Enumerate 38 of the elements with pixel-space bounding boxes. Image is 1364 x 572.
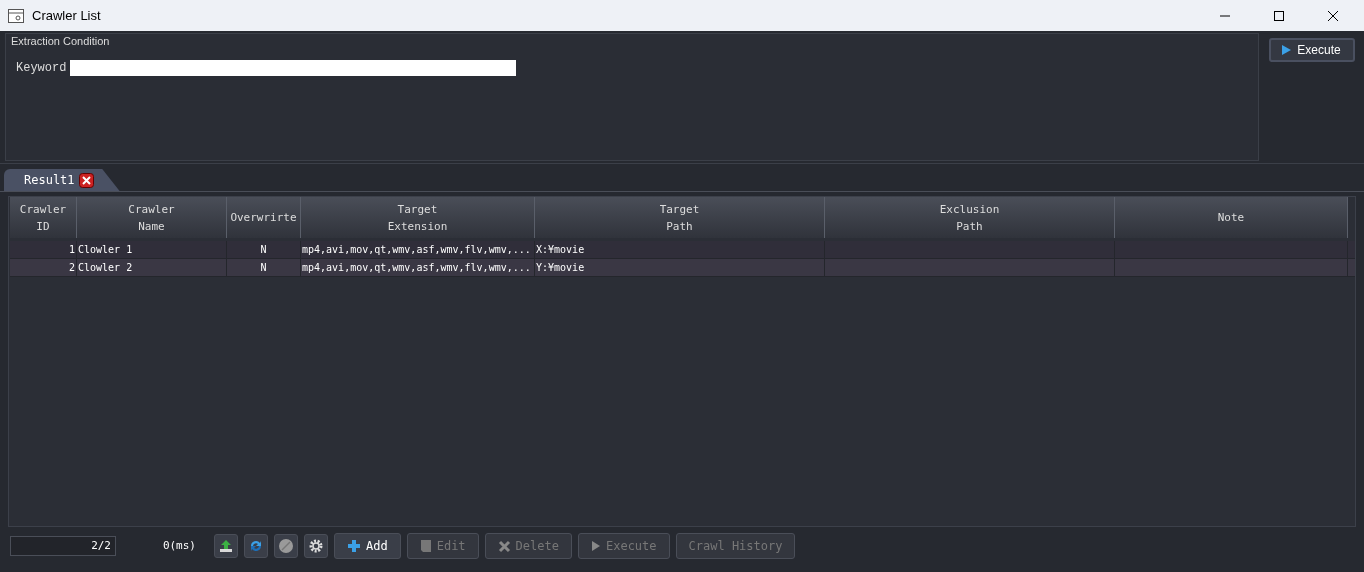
window-title: Crawler List bbox=[32, 6, 101, 25]
stop-tool-button[interactable] bbox=[274, 534, 298, 558]
column-header[interactable]: Overwrirte bbox=[227, 197, 301, 238]
keyword-field[interactable] bbox=[70, 60, 517, 76]
execute-button[interactable]: Execute bbox=[1268, 38, 1355, 62]
refresh-icon bbox=[248, 538, 264, 554]
play-icon bbox=[1282, 45, 1292, 55]
refresh-tool-button[interactable] bbox=[244, 534, 268, 558]
column-header[interactable]: Exclusion Path bbox=[825, 197, 1115, 238]
result-tab[interactable]: Result1 bbox=[4, 169, 120, 191]
settings-tool-button[interactable] bbox=[304, 534, 328, 558]
column-header[interactable]: Target Path bbox=[535, 197, 825, 238]
export-tool-button[interactable] bbox=[214, 534, 238, 558]
elapsed-time: 0(ms) bbox=[161, 537, 197, 554]
column-header[interactable]: Crawler Name bbox=[77, 197, 227, 238]
upload-icon bbox=[218, 538, 234, 554]
close-icon bbox=[1327, 9, 1339, 22]
x-icon bbox=[497, 539, 511, 553]
table-cell: mp4,avi,mov,qt,wmv,asf,wmv,flv,wmv,... bbox=[301, 259, 535, 277]
maximize-icon bbox=[1273, 9, 1285, 22]
stop-icon bbox=[278, 538, 294, 554]
column-header[interactable]: Note bbox=[1115, 197, 1348, 238]
table-cell: Clowler 2 bbox=[77, 259, 227, 277]
add-button[interactable]: Add bbox=[334, 533, 401, 559]
close-icon[interactable] bbox=[78, 172, 94, 188]
gear-icon bbox=[308, 538, 324, 554]
record-count: 2/2 bbox=[10, 536, 116, 556]
page-icon bbox=[419, 539, 432, 553]
column-header[interactable]: Crawler ID bbox=[10, 197, 77, 238]
table-cell: N bbox=[227, 259, 301, 277]
table-cell: 2 bbox=[10, 259, 77, 277]
plus-icon bbox=[347, 539, 361, 553]
group-title: Extraction Condition bbox=[10, 34, 111, 48]
column-header[interactable]: Target Extension bbox=[301, 197, 535, 238]
window-icon bbox=[8, 8, 24, 23]
keyword-label: Keyword bbox=[16, 60, 67, 77]
play-icon bbox=[590, 540, 601, 552]
table-cell: Y:¥movie bbox=[535, 259, 825, 277]
